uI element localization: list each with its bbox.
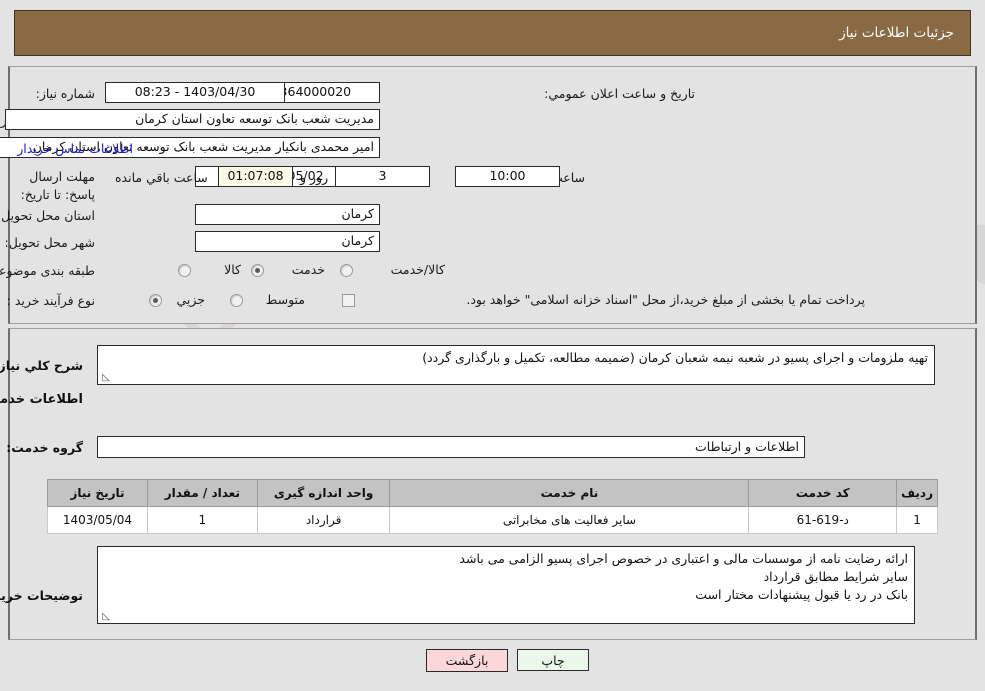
page-title: جزئیات اطلاعات نیاز (839, 25, 954, 41)
cell-need-date: 1403/05/04 (47, 506, 148, 534)
deadline-hour-value: 10:00 (455, 166, 560, 187)
col-unit: واحد اندازه گیری (256, 479, 391, 507)
page-root: AriaTender.net جزئیات اطلاعات نیاز شماره… (0, 0, 985, 691)
service-group-label: گروه خدمت: (6, 440, 83, 455)
cell-service-name: سایر فعالیت های مخابراتی (389, 506, 750, 534)
category-option-kala-khedmat[interactable]: کالا/خدمت (391, 262, 445, 277)
province-value: کرمان (195, 204, 380, 225)
city-label: شهر محل تحویل: (4, 235, 95, 250)
buyer-contact-link[interactable]: اطلاعات تماس خریدار (17, 141, 133, 156)
service-group-value: اطلاعات و ارتباطات (97, 436, 805, 458)
buyer-note-line: بانک در رد یا قبول پیشنهادات مختار است (695, 587, 908, 603)
need-description-text: تهیه ملزومات و اجرای پسیو در شعبه نیمه ش… (422, 350, 928, 365)
resize-grip-icon[interactable] (101, 373, 110, 382)
table-header-row: ردیف کد خدمت نام خدمت واحد اندازه گیری ت… (47, 479, 938, 507)
purchase-type-option-jozi[interactable]: جزیي (176, 292, 205, 307)
buyer-org-value: مدیریت شعب بانک توسعه تعاون استان کرمان (5, 109, 380, 130)
page-header: جزئیات اطلاعات نیاز (14, 10, 971, 56)
category-option-kala[interactable]: کالا (224, 262, 241, 277)
purchase-type-radio-jozi[interactable] (149, 294, 162, 307)
province-label: استان محل تحویل: (0, 208, 95, 223)
category-radio-kala[interactable] (178, 264, 191, 277)
category-label: طبقه بندی موضوعی: (0, 263, 95, 278)
services-table: ردیف کد خدمت نام خدمت واحد اندازه گیری ت… (47, 479, 938, 534)
col-row: ردیف (896, 479, 938, 507)
deadline-label: مهلت ارسال پاسخ: تا تاریخ: (20, 169, 95, 203)
treasury-bonds-checkbox[interactable] (342, 294, 355, 307)
purchase-type-radio-motavaset[interactable] (230, 294, 243, 307)
need-description-textarea[interactable]: تهیه ملزومات و اجرای پسیو در شعبه نیمه ش… (97, 345, 935, 385)
remaining-days-value: 3 (335, 166, 430, 187)
col-need-date: تاریخ نیاز (47, 479, 148, 507)
print-button[interactable]: چاپ (517, 649, 589, 671)
services-section-title: اطلاعات خدمات مورد نیاز (0, 392, 83, 407)
buyer-note-line: ارائه رضایت نامه از موسسات مالی و اعتبار… (459, 551, 908, 566)
cell-unit: قرارداد (256, 506, 391, 534)
cell-quantity: 1 (146, 506, 258, 534)
remaining-days-label: روز و (300, 170, 329, 185)
buyer-notes-label: توضیحات خریدار: (0, 588, 83, 603)
purchase-type-label: نوع فرآیند خرید : (6, 293, 95, 308)
announce-datetime-value: 1403/04/30 - 08:23 (105, 82, 285, 103)
announce-datetime-label: تاریخ و ساعت اعلان عمومي: (544, 86, 695, 101)
table-row: 1 د-619-61 سایر فعالیت های مخابراتی قرار… (47, 506, 938, 534)
category-option-khedmat[interactable]: خدمت (292, 262, 325, 277)
remaining-time-value: 01:07:08 (218, 166, 293, 187)
cell-service-code: د-619-61 (748, 506, 898, 534)
back-button[interactable]: بازگشت (426, 649, 508, 672)
category-radio-khedmat[interactable] (251, 264, 264, 277)
col-service-name: نام خدمت (389, 479, 750, 507)
cell-row: 1 (896, 506, 938, 534)
resize-grip-icon[interactable] (101, 612, 110, 621)
col-quantity: تعداد / مقدار (146, 479, 258, 507)
city-value: کرمان (195, 231, 380, 252)
need-summary-panel (8, 66, 977, 324)
treasury-bonds-label: پرداخت تمام یا بخشی از مبلغ خرید،از محل … (466, 292, 865, 307)
need-number-label: شماره نیاز: (35, 86, 95, 101)
buyer-notes-textarea[interactable]: ارائه رضایت نامه از موسسات مالی و اعتبار… (97, 546, 915, 624)
need-description-label: شرح کلي نیاز: (0, 358, 83, 373)
category-radio-kala-khedmat[interactable] (340, 264, 353, 277)
buyer-note-line: سایر شرایط مطابق قرارداد (763, 569, 908, 585)
remaining-time-label: ساعت باقي مانده (115, 170, 208, 185)
col-service-code: کد خدمت (748, 479, 898, 507)
purchase-type-option-motavaset[interactable]: متوسط (266, 292, 305, 307)
